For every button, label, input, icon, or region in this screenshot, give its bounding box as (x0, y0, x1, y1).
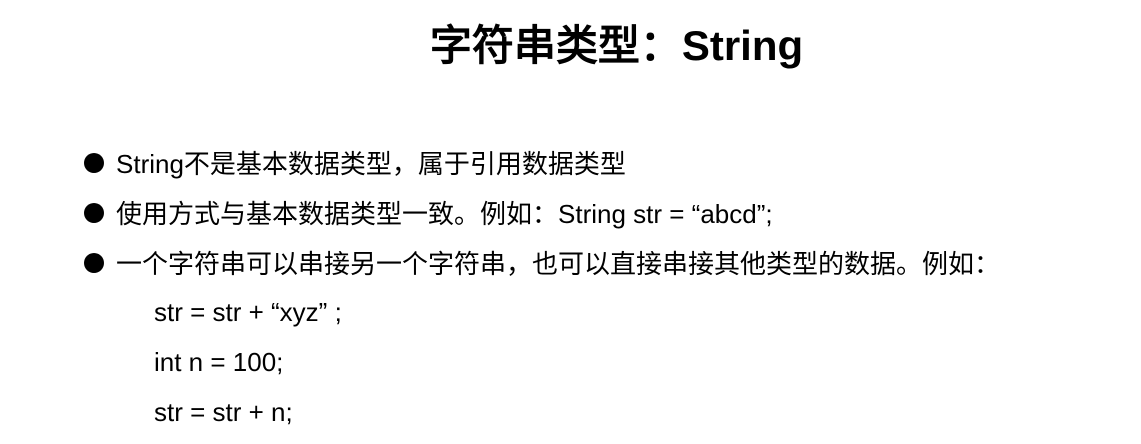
bullet-item: 一个字符串可以串接另一个字符串，也可以直接串接其他类型的数据。例如： (84, 239, 1134, 289)
bullet-dot-icon (84, 253, 104, 273)
slide: 字符串类型：String String不是基本数据类型，属于引用数据类型 使用方… (0, 0, 1141, 444)
bullet-item: 使用方式与基本数据类型一致。例如：String str = “abcd”; (84, 189, 1134, 239)
bullet-dot-icon (84, 153, 104, 173)
bullet-item: String不是基本数据类型，属于引用数据类型 (84, 139, 1134, 189)
bullet-dot-icon (84, 203, 104, 223)
code-line: str = str + n; (154, 397, 293, 427)
bullet-list: String不是基本数据类型，属于引用数据类型 使用方式与基本数据类型一致。例如… (84, 139, 1134, 289)
bullet-text: 使用方式与基本数据类型一致。例如：String str = “abcd”; (116, 199, 773, 229)
code-line: int n = 100; (154, 347, 284, 377)
code-line: str = str + “xyz” ; (154, 297, 342, 327)
bullet-text: String不是基本数据类型，属于引用数据类型 (116, 149, 626, 179)
slide-title: 字符串类型：String (429, 22, 804, 69)
code-example: str = str + “xyz” ; int n = 100; str = s… (154, 287, 342, 437)
bullet-text: 一个字符串可以串接另一个字符串，也可以直接串接其他类型的数据。例如： (116, 249, 1001, 279)
